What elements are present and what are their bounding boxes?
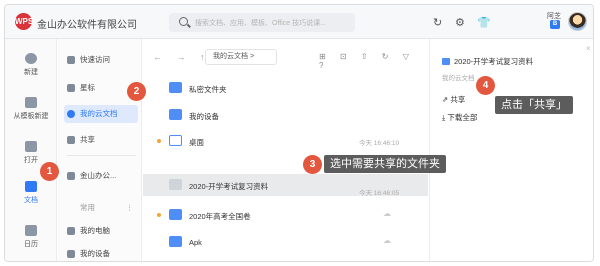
divider: [66, 155, 136, 156]
quick-access-item[interactable]: 快速访问: [64, 51, 138, 69]
recent-dot: [157, 213, 161, 217]
document-icon: [25, 181, 37, 192]
sync-icon[interactable]: ↻: [433, 16, 442, 29]
file-name: 我的设备: [189, 112, 219, 121]
starred-label: 星标: [80, 83, 95, 92]
recent-dot: [157, 139, 161, 143]
my-cloud-docs-item[interactable]: 我的云文档: [64, 105, 138, 123]
search-icon: [179, 17, 188, 26]
nav-calendar[interactable]: 日历: [5, 225, 57, 249]
step-tip-3: 选中需要共享的文件夹: [324, 155, 446, 173]
search-input[interactable]: 搜索文档、应用、模板、Office 技巧说课...: [169, 13, 355, 32]
member-badge: B: [550, 20, 560, 29]
step-marker-1: 1: [40, 162, 59, 181]
table-row[interactable]: Apk ☁: [143, 231, 428, 253]
folder-icon: [169, 236, 182, 247]
template-icon: [25, 97, 37, 108]
file-time: 今天 16:46:10: [359, 140, 400, 147]
download-all-label: 下载全部: [447, 113, 478, 122]
app-window: WPS 金山办公软件有限公司 搜索文档、应用、模板、Office 技巧说课...…: [4, 4, 594, 262]
folder-open-icon: [25, 141, 37, 152]
nav-from-template[interactable]: 从模板新建: [5, 97, 57, 121]
star-icon: [67, 84, 75, 92]
file-name: 私密文件夹: [189, 85, 227, 94]
cloud-icon: [67, 110, 75, 118]
file-name: Apk: [189, 238, 202, 247]
people-icon: [67, 136, 75, 144]
detail-location: 我的云文档: [442, 75, 475, 82]
share-label: 共享: [450, 95, 466, 104]
my-devices-item[interactable]: 我的设备: [64, 245, 138, 261]
my-devices-label: 我的设备: [80, 249, 110, 258]
file-name: 桌面: [189, 138, 204, 147]
table-row[interactable]: 桌面 今天 16:46:10: [143, 130, 428, 152]
location-panel: 快速访问 星标 我的云文档 共享 金山办公... 常用 ⋮ 我的电脑 我的设备: [58, 39, 142, 261]
folder-icon: [169, 179, 182, 190]
detail-title: 2020-开学考试复习资料: [442, 56, 533, 67]
calendar-icon: [25, 225, 37, 236]
cloud-icon: ☁: [383, 236, 391, 245]
folder-icon: [169, 109, 182, 120]
file-list-area: ← → ↑ 我的云文档 > ⊞ ⊡ ⇧ ↻ ▽ ? 私密文件夹 我的设备 桌面 …: [143, 39, 428, 261]
nav-new-label: 新建: [24, 69, 38, 76]
shared-label: 共享: [80, 135, 95, 144]
step-tip-4: 点击「共享」: [495, 96, 573, 114]
nav-from-template-label: 从模板新建: [13, 113, 49, 120]
my-computer-label: 我的电脑: [80, 226, 110, 235]
search-placeholder: 搜索文档、应用、模板、Office 技巧说课...: [195, 20, 326, 27]
close-icon[interactable]: ×: [586, 44, 591, 53]
file-time: 今天 16:46:05: [359, 190, 400, 197]
app-title: 金山办公软件有限公司: [37, 20, 137, 31]
company-item[interactable]: 金山办公...: [64, 167, 138, 185]
more-icon[interactable]: ⋮: [126, 199, 134, 217]
my-cloud-docs-label: 我的云文档: [80, 109, 118, 118]
app-logo: WPS: [15, 13, 33, 30]
table-row-selected[interactable]: 2020-开学考试复习资料 今天 16:46:05: [143, 174, 428, 197]
avatar[interactable]: [568, 12, 587, 31]
cloud-icon: ☁: [383, 209, 391, 218]
building-icon: [67, 172, 75, 180]
table-row[interactable]: 2020年高考全国卷 ☁: [143, 204, 428, 226]
folder-icon: [169, 135, 182, 146]
nav-documents[interactable]: 文档: [5, 181, 57, 205]
table-row[interactable]: 私密文件夹: [143, 77, 428, 99]
step-marker-3: 3: [303, 155, 322, 174]
detail-panel: × 2020-开学考试复习资料 我的云文档 ⇗ 共享 ⤓ 下载全部: [429, 39, 593, 261]
gear-icon[interactable]: ⚙: [455, 16, 465, 29]
toolbar-icons[interactable]: ⊞ ⊡ ⇧ ↻ ▽ ?: [319, 52, 428, 70]
detail-title-text: 2020-开学考试复习资料: [454, 57, 534, 66]
nav-new[interactable]: 新建: [5, 53, 57, 77]
nav-open-label: 打开: [24, 157, 38, 164]
device-icon: [67, 250, 75, 258]
step-marker-4: 4: [476, 76, 495, 95]
file-name: 2020-开学考试复习资料: [189, 182, 269, 191]
shared-item[interactable]: 共享: [64, 131, 138, 149]
left-nav: 新建 从模板新建 打开 文档 日历: [5, 39, 57, 261]
top-bar: WPS 金山办公软件有限公司 搜索文档、应用、模板、Office 技巧说课...…: [5, 5, 593, 39]
common-section: 常用 ⋮: [64, 199, 138, 217]
breadcrumb[interactable]: 我的云文档 >: [205, 49, 277, 65]
download-all-action[interactable]: ⤓ 下载全部: [442, 112, 477, 123]
nav-arrows[interactable]: ← → ↑: [153, 52, 211, 62]
common-section-label: 常用: [80, 203, 95, 212]
folder-icon: [442, 58, 450, 65]
step-marker-2: 2: [127, 82, 146, 101]
table-row[interactable]: 我的设备: [143, 104, 428, 126]
computer-icon: [67, 227, 75, 235]
share-action[interactable]: ⇗ 共享: [442, 94, 465, 105]
nav-documents-label: 文档: [24, 197, 38, 204]
folder-icon: [169, 209, 182, 220]
file-name: 2020年高考全国卷: [189, 212, 251, 221]
folder-icon: [169, 82, 182, 93]
send-icon: [67, 56, 75, 64]
plus-icon: [25, 53, 37, 64]
quick-access-label: 快速访问: [80, 55, 110, 64]
skin-icon[interactable]: 👕: [477, 16, 491, 29]
nav-calendar-label: 日历: [24, 241, 38, 248]
company-label: 金山办公...: [80, 171, 117, 180]
my-computer-item[interactable]: 我的电脑: [64, 222, 138, 240]
